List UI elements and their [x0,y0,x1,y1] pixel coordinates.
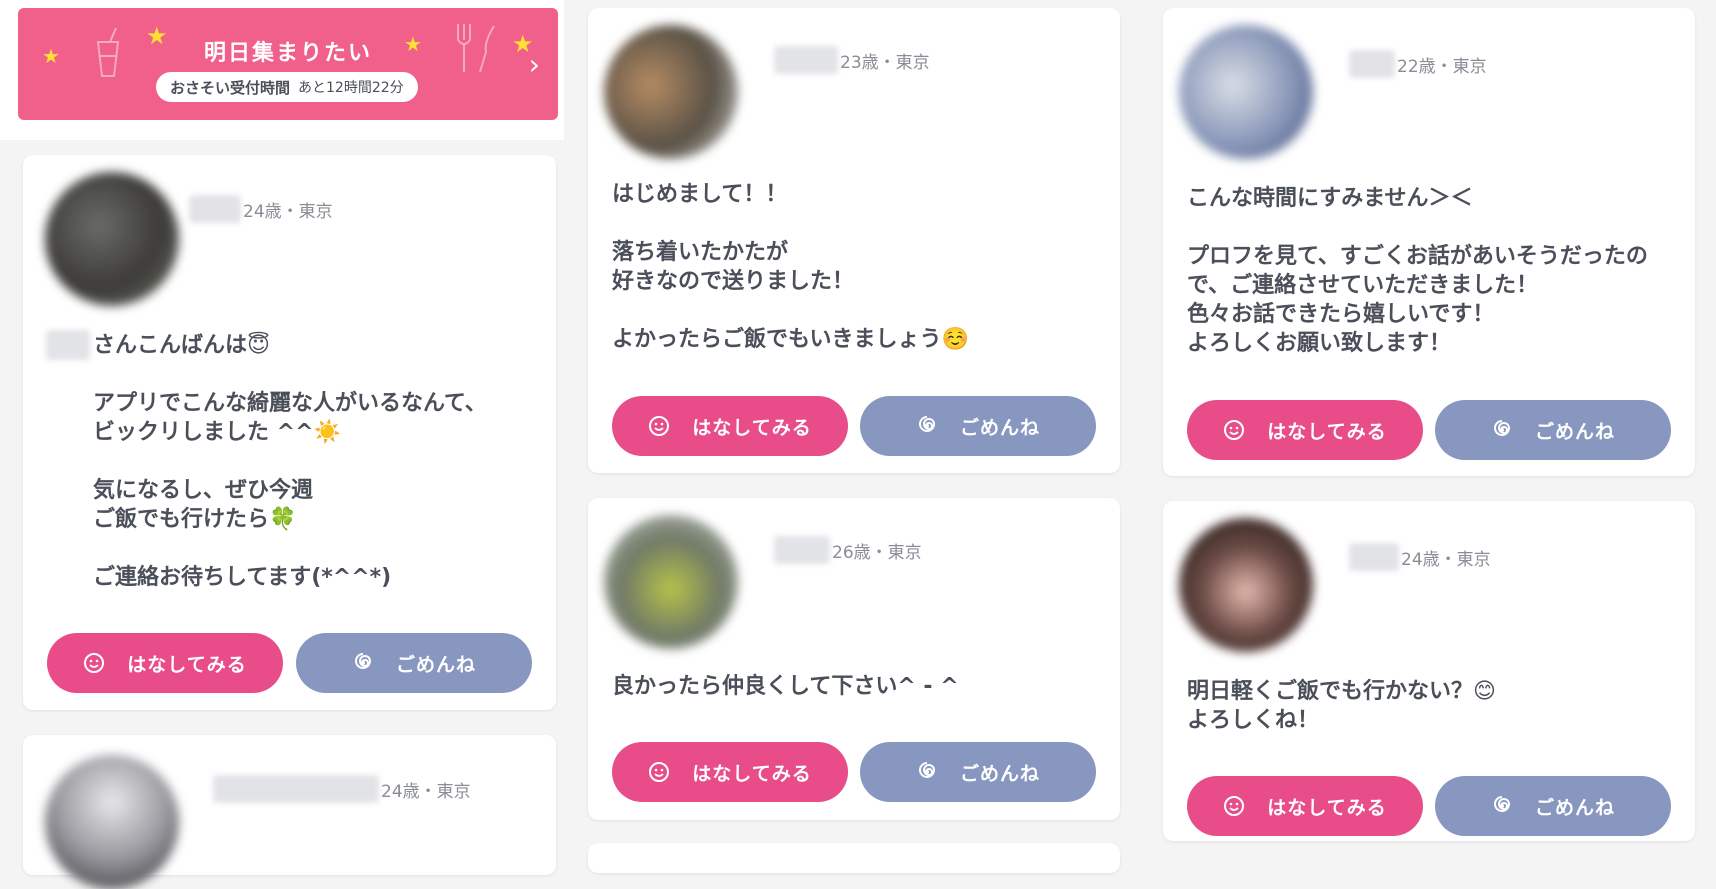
message-text: 明日軽くご飯でも行かない？😊 よろしくね！ [1187,679,1496,733]
talk-label: はなしてみる [127,653,247,676]
invite-time-pill: おさそい受付時間 あと12時間22分 [156,72,418,102]
sorry-label: ごめんね [1534,420,1615,443]
chevron-right-icon[interactable]: › [529,48,540,81]
profile-meta: 24歳・東京 [189,195,333,223]
age-location: 23歳・東京 [840,52,930,73]
blurred-name [774,536,830,564]
age-location: 24歳・東京 [1401,549,1491,570]
message-card: 26歳・東京 良かったら仲良くして下さい^ - ^ はなしてみる ごめんね [588,498,1120,820]
profile-meta: 23歳・東京 [774,46,930,74]
age-location: 24歳・東京 [243,201,333,222]
column-1: ★ ★ ★ ★ 明日集まりたい おさそい受付時間 あと12時間22分 › 24歳… [0,0,564,889]
sorry-label: ごめんね [959,762,1040,785]
column-2: 23歳・東京 はじめまして！！ 落ち着いたかたが 好きなので送りました！ よかっ… [564,0,1140,873]
meetup-banner[interactable]: ★ ★ ★ ★ 明日集まりたい おさそい受付時間 あと12時間22分 › [18,8,558,120]
sorry-button[interactable]: ごめんね [1435,776,1671,836]
spiral-icon [1493,796,1510,812]
avatar[interactable] [604,25,738,159]
smile-icon [649,416,670,436]
blurred-recipient-name [46,330,90,360]
smile-icon [649,762,670,782]
message-card: 23歳・東京 はじめまして！！ 落ち着いたかたが 好きなので送りました！ よかっ… [588,8,1120,473]
banner-title: 明日集まりたい [203,41,372,66]
message-card: 22歳・東京 こんな時間にすみません＞＜ プロフを見て、すごくお話があいそうだっ… [1163,8,1695,476]
sorry-button[interactable]: ごめんね [1435,400,1671,460]
profile-meta: 26歳・東京 [774,536,922,564]
talk-button[interactable]: はなしてみる [612,396,848,456]
talk-button[interactable]: はなしてみる [1187,400,1423,460]
pill-label: おさそい受付時間 [170,78,291,97]
avatar[interactable] [604,515,738,649]
sorry-button[interactable]: ごめんね [296,633,532,693]
spiral-icon [918,416,935,432]
talk-label: はなしてみる [692,416,812,439]
talk-button[interactable]: はなしてみる [47,633,283,693]
message-card [588,843,1120,873]
avatar[interactable] [1179,518,1313,652]
message-text: はじめまして！！ 落ち着いたかたが 好きなので送りました！ よかったらご飯でもい… [612,182,969,352]
message-text: さんこんばんは😇 アプリでこんな綺麗な人がいるなんて、 ビックリしました ^^☀… [93,333,487,590]
column-3: 22歳・東京 こんな時間にすみません＞＜ プロフを見て、すごくお話があいそうだっ… [1140,0,1716,851]
profile-meta: 22歳・東京 [1349,50,1487,78]
blurred-name [774,46,838,74]
message-card: 24歳・東京 さんこんばんは😇 アプリでこんな綺麗な人がいるなんて、 ビックリし… [23,155,556,710]
sorry-button[interactable]: ごめんね [860,396,1096,456]
sorry-button[interactable]: ごめんね [860,742,1096,802]
talk-label: はなしてみる [1267,420,1387,443]
smile-icon [1224,796,1245,816]
avatar[interactable] [1179,25,1313,159]
spiral-icon [1493,420,1510,436]
age-location: 24歳・東京 [381,781,471,802]
avatar[interactable] [45,755,179,889]
talk-button[interactable]: はなしてみる [1187,776,1423,836]
pill-time: あと12時間22分 [298,80,404,96]
message-text: 良かったら仲良くして下さい^ - ^ [612,674,959,699]
sorry-label: ごめんね [959,416,1040,439]
spiral-icon [354,653,371,669]
age-location: 22歳・東京 [1397,56,1487,77]
message-text: こんな時間にすみません＞＜ プロフを見て、すごくお話があいそうだったの で、ご連… [1187,186,1648,356]
blurred-name [213,775,379,803]
blurred-name [189,195,241,223]
talk-label: はなしてみる [1267,796,1387,819]
sorry-label: ごめんね [395,653,476,676]
talk-label: はなしてみる [692,762,812,785]
smile-icon [84,653,105,673]
talk-button[interactable]: はなしてみる [612,742,848,802]
message-card: 24歳・東京 [23,735,556,889]
blurred-name [1349,543,1399,571]
blurred-name [1349,50,1395,78]
spiral-icon [918,762,935,778]
profile-meta: 24歳・東京 [1349,543,1491,571]
profile-meta: 24歳・東京 [213,775,471,803]
smile-icon [1224,420,1245,440]
message-card: 24歳・東京 明日軽くご飯でも行かない？😊 よろしくね！ はなしてみる ごめんね [1163,501,1695,841]
avatar[interactable] [45,172,179,306]
sorry-label: ごめんね [1534,796,1615,819]
age-location: 26歳・東京 [832,542,922,563]
